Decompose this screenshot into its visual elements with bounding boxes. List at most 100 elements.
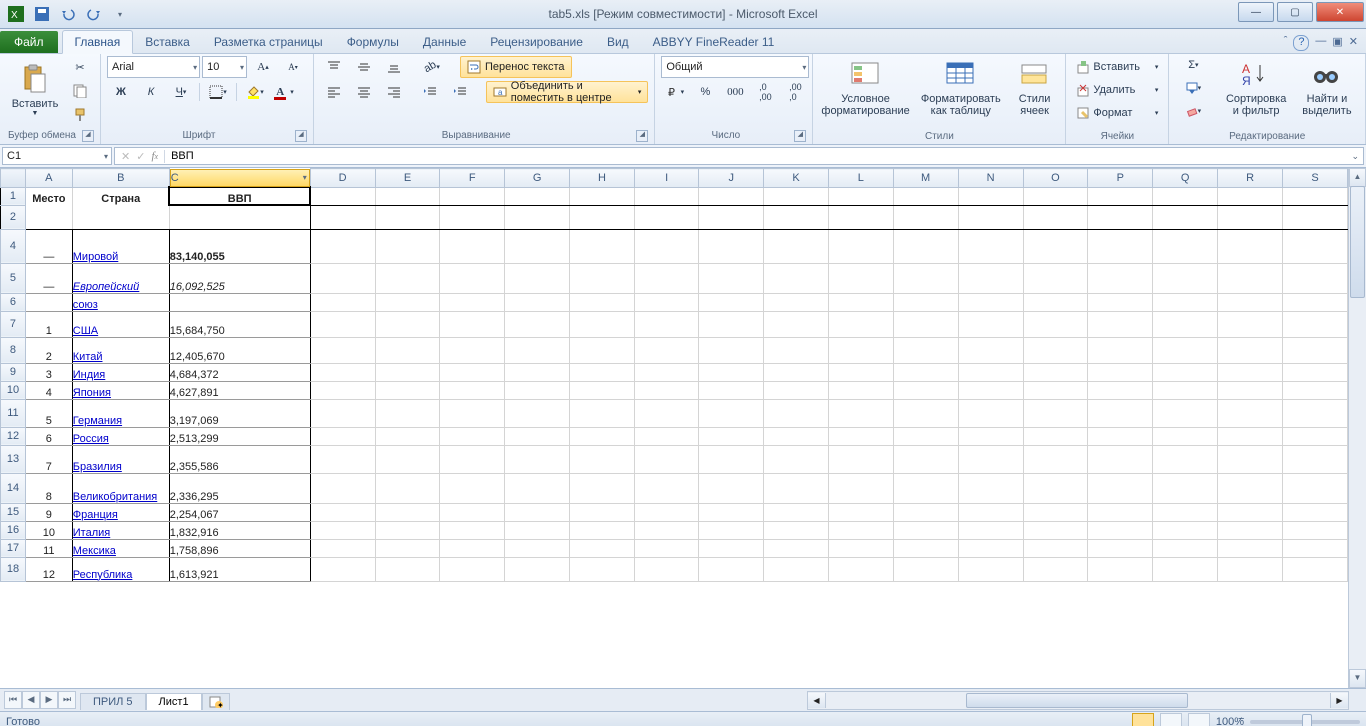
cell[interactable] <box>1283 427 1348 445</box>
shrink-font-button[interactable]: A▾ <box>279 56 307 78</box>
cell[interactable] <box>893 205 958 229</box>
cell[interactable] <box>958 293 1023 311</box>
cell[interactable] <box>1023 381 1088 399</box>
cell-styles-button[interactable]: Стили ячеек <box>1010 53 1060 123</box>
cell[interactable] <box>958 229 1023 263</box>
cell[interactable] <box>828 445 893 473</box>
cell[interactable] <box>375 337 440 363</box>
redo-icon[interactable] <box>82 2 106 26</box>
cell[interactable] <box>1218 399 1283 427</box>
cell[interactable]: 2,336,295 <box>169 473 310 503</box>
cell[interactable] <box>1023 293 1088 311</box>
cell[interactable] <box>1153 557 1218 581</box>
cell[interactable] <box>310 293 375 311</box>
scroll-up-arrow[interactable]: ▲ <box>1349 168 1366 187</box>
cell[interactable] <box>828 229 893 263</box>
row-header[interactable]: 8 <box>1 337 26 363</box>
cell[interactable] <box>699 337 764 363</box>
cell[interactable] <box>310 473 375 503</box>
cell[interactable] <box>440 293 505 311</box>
cell[interactable] <box>25 293 72 311</box>
cell[interactable] <box>828 205 893 229</box>
cell[interactable] <box>1283 337 1348 363</box>
cell[interactable] <box>570 205 635 229</box>
workbook-close-icon[interactable]: ✕ <box>1349 35 1358 51</box>
column-header-J[interactable]: J <box>699 169 764 188</box>
column-header-C[interactable]: C <box>170 169 310 187</box>
cell[interactable] <box>505 263 570 293</box>
cell[interactable] <box>169 205 310 229</box>
cell[interactable] <box>375 311 440 337</box>
borders-button[interactable]: ▾ <box>204 81 232 103</box>
vertical-scrollbar[interactable]: ▲ ▼ <box>1348 168 1366 688</box>
cell[interactable] <box>505 445 570 473</box>
cell[interactable] <box>505 187 570 205</box>
cell[interactable]: 4 <box>25 381 72 399</box>
cell[interactable] <box>764 427 829 445</box>
cell[interactable] <box>699 363 764 381</box>
cell[interactable] <box>1283 205 1348 229</box>
cell[interactable] <box>570 521 635 539</box>
cell[interactable] <box>310 381 375 399</box>
cell[interactable]: 8 <box>25 473 72 503</box>
cell[interactable] <box>1283 473 1348 503</box>
cell[interactable] <box>570 539 635 557</box>
cell[interactable] <box>570 503 635 521</box>
tab-view[interactable]: Вид <box>595 31 641 53</box>
cell[interactable] <box>764 363 829 381</box>
cell[interactable] <box>893 557 958 581</box>
close-button[interactable]: ✕ <box>1316 2 1364 22</box>
cell[interactable] <box>505 503 570 521</box>
cell[interactable] <box>310 363 375 381</box>
row-header[interactable]: 10 <box>1 381 26 399</box>
cell[interactable]: 15,684,750 <box>169 311 310 337</box>
cell[interactable]: США <box>72 311 169 337</box>
cell[interactable] <box>570 399 635 427</box>
horizontal-scrollbar[interactable]: ◀ ▶ <box>807 691 1349 710</box>
cell[interactable] <box>764 503 829 521</box>
row-header[interactable]: 16 <box>1 521 26 539</box>
cell[interactable] <box>958 337 1023 363</box>
decrease-decimal-button[interactable]: ,00,0 <box>781 81 809 103</box>
cell[interactable] <box>1153 521 1218 539</box>
cell[interactable] <box>1283 229 1348 263</box>
cell[interactable]: 1,832,916 <box>169 521 310 539</box>
cell[interactable] <box>440 445 505 473</box>
cell[interactable] <box>440 337 505 363</box>
cell[interactable] <box>828 293 893 311</box>
cell[interactable] <box>828 263 893 293</box>
cell[interactable] <box>570 381 635 399</box>
cell[interactable] <box>1088 445 1153 473</box>
cell[interactable] <box>764 539 829 557</box>
cell[interactable] <box>440 205 505 229</box>
cell[interactable] <box>699 293 764 311</box>
cell[interactable]: 4,684,372 <box>169 363 310 381</box>
italic-button[interactable]: К <box>137 81 165 103</box>
cell[interactable]: 4,627,891 <box>169 381 310 399</box>
cell[interactable]: 2 <box>25 337 72 363</box>
cell[interactable] <box>828 381 893 399</box>
cell[interactable]: Индия <box>72 363 169 381</box>
cell[interactable] <box>1023 311 1088 337</box>
cell[interactable]: 6 <box>25 427 72 445</box>
cell[interactable] <box>828 399 893 427</box>
cell[interactable] <box>440 427 505 445</box>
cell[interactable] <box>505 399 570 427</box>
cell[interactable] <box>1088 503 1153 521</box>
bold-button[interactable]: Ж <box>107 81 135 103</box>
align-left-button[interactable] <box>320 81 348 103</box>
cell[interactable]: 9 <box>25 503 72 521</box>
cell[interactable] <box>699 557 764 581</box>
help-icon[interactable]: ? <box>1293 35 1309 51</box>
cell[interactable] <box>1218 229 1283 263</box>
column-header-S[interactable]: S <box>1283 169 1348 188</box>
cell[interactable] <box>1218 263 1283 293</box>
cell[interactable] <box>958 399 1023 427</box>
decrease-indent-button[interactable] <box>416 81 444 103</box>
cell[interactable]: 7 <box>25 445 72 473</box>
tab-review[interactable]: Рецензирование <box>478 31 595 53</box>
cell[interactable] <box>440 473 505 503</box>
cell[interactable] <box>828 521 893 539</box>
cell[interactable] <box>634 311 698 337</box>
delete-cells-button[interactable]: Удалить▾ <box>1072 79 1162 101</box>
